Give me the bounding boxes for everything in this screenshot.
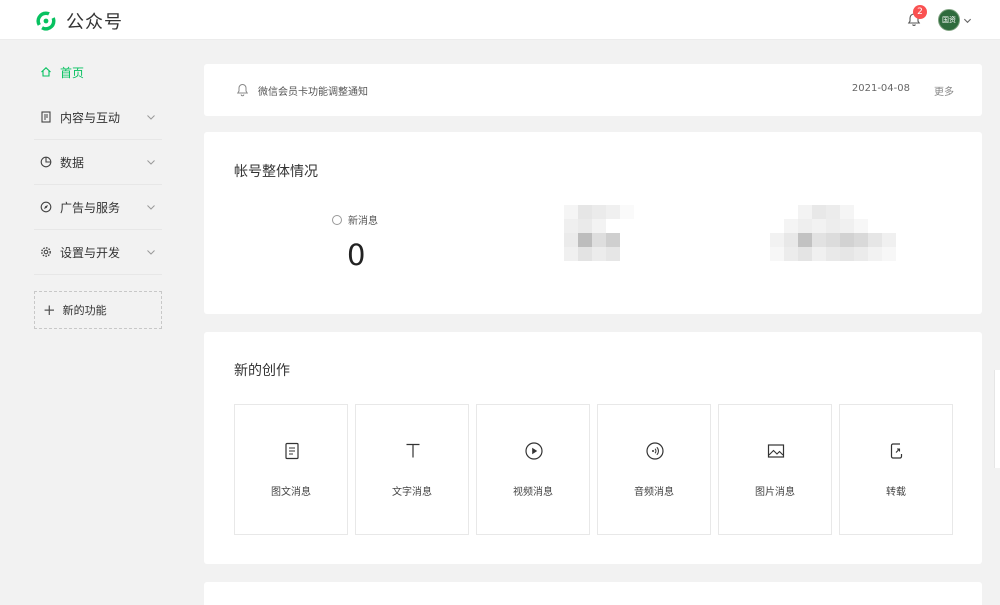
blurred-stat-2 [770, 205, 896, 261]
new-function-button[interactable]: + 新的功能 [34, 291, 162, 329]
bell-icon [236, 83, 249, 97]
tile-label: 图片消息 [755, 487, 795, 498]
create-image-tile[interactable]: 图片消息 [718, 404, 832, 535]
notice-text[interactable]: 微信会员卡功能调整通知 [258, 83, 368, 98]
notification-button[interactable]: 2 [902, 5, 927, 32]
create-video-tile[interactable]: 视频消息 [476, 404, 590, 535]
notice-card[interactable]: 微信会员卡功能调整通知 2021-04-08 更多 [204, 64, 982, 116]
avatar[interactable]: 国资 [938, 9, 960, 31]
notice-more-link[interactable]: 更多 [934, 83, 954, 98]
tile-label: 视频消息 [513, 487, 553, 498]
chevron-down-icon[interactable] [963, 16, 972, 25]
wechat-official-accounts-logo-icon [36, 11, 56, 31]
stat-new-messages-value[interactable]: 0 [347, 238, 365, 272]
article-icon [282, 441, 302, 461]
brand-name: 公众号 [66, 12, 123, 33]
sidebar-item-data[interactable]: 数据 [34, 140, 162, 185]
blurred-stat-1 [564, 205, 634, 261]
new-function-label: 新的功能 [62, 304, 107, 317]
section-title: 帐号整体情况 [234, 164, 318, 180]
create-audio-tile[interactable]: 音频消息 [597, 404, 711, 535]
gear-icon [40, 246, 52, 258]
notification-badge: 2 [913, 5, 927, 19]
sidebar-item-ads[interactable]: 广告与服务 [34, 185, 162, 230]
compass-icon [40, 201, 52, 213]
create-repost-tile[interactable]: 转载 [839, 404, 953, 535]
chevron-down-icon [147, 115, 155, 120]
section-title: 新的创作 [234, 363, 290, 379]
stat-new-messages-label: 新消息 [332, 212, 378, 227]
image-icon [766, 441, 786, 461]
repost-icon [887, 441, 907, 461]
tile-label: 转载 [886, 487, 906, 498]
sidebar-item-label: 广告与服务 [60, 200, 121, 215]
sidebar-item-label: 首页 [60, 65, 85, 80]
tile-label: 音频消息 [634, 487, 674, 498]
circle-icon [332, 214, 342, 225]
tile-label: 图文消息 [271, 487, 311, 498]
chevron-down-icon [147, 205, 155, 210]
sidebar-item-home[interactable]: 首页 [34, 50, 162, 95]
chevron-down-icon [147, 160, 155, 165]
sidebar: 首页 内容与互动 数据 广告与服务 设置与开发 + 新的功能 [34, 50, 162, 329]
pie-chart-icon [40, 156, 52, 168]
sidebar-item-label: 内容与互动 [60, 110, 121, 125]
top-bar: 公众号 2 国资 [0, 0, 1000, 40]
text-icon [403, 441, 423, 461]
tile-label: 文字消息 [392, 487, 432, 498]
account-overview-card: 帐号整体情况 新消息 0 [204, 132, 982, 314]
create-text-tile[interactable]: 文字消息 [355, 404, 469, 535]
sidebar-item-label: 设置与开发 [60, 245, 121, 260]
next-section-card [204, 582, 982, 605]
plus-icon: + [43, 301, 56, 319]
document-icon [40, 111, 52, 123]
sidebar-item-content[interactable]: 内容与互动 [34, 95, 162, 140]
new-creation-card: 新的创作 图文消息 文字消息 视频消息 音频消息 图片消息 转载 [204, 332, 982, 564]
header-actions: 2 国资 [902, 5, 972, 32]
home-icon [40, 66, 52, 78]
scrollbar-handle[interactable] [994, 370, 1000, 468]
chevron-down-icon [147, 250, 155, 255]
stat-label-text: 新消息 [348, 216, 378, 227]
create-article-tile[interactable]: 图文消息 [234, 404, 348, 535]
notice-date: 2021-04-08 [851, 83, 910, 94]
brand[interactable]: 公众号 [34, 8, 123, 34]
sidebar-item-settings[interactable]: 设置与开发 [34, 230, 162, 275]
sidebar-item-label: 数据 [60, 155, 85, 170]
video-play-icon [524, 441, 544, 461]
audio-icon [645, 441, 665, 461]
